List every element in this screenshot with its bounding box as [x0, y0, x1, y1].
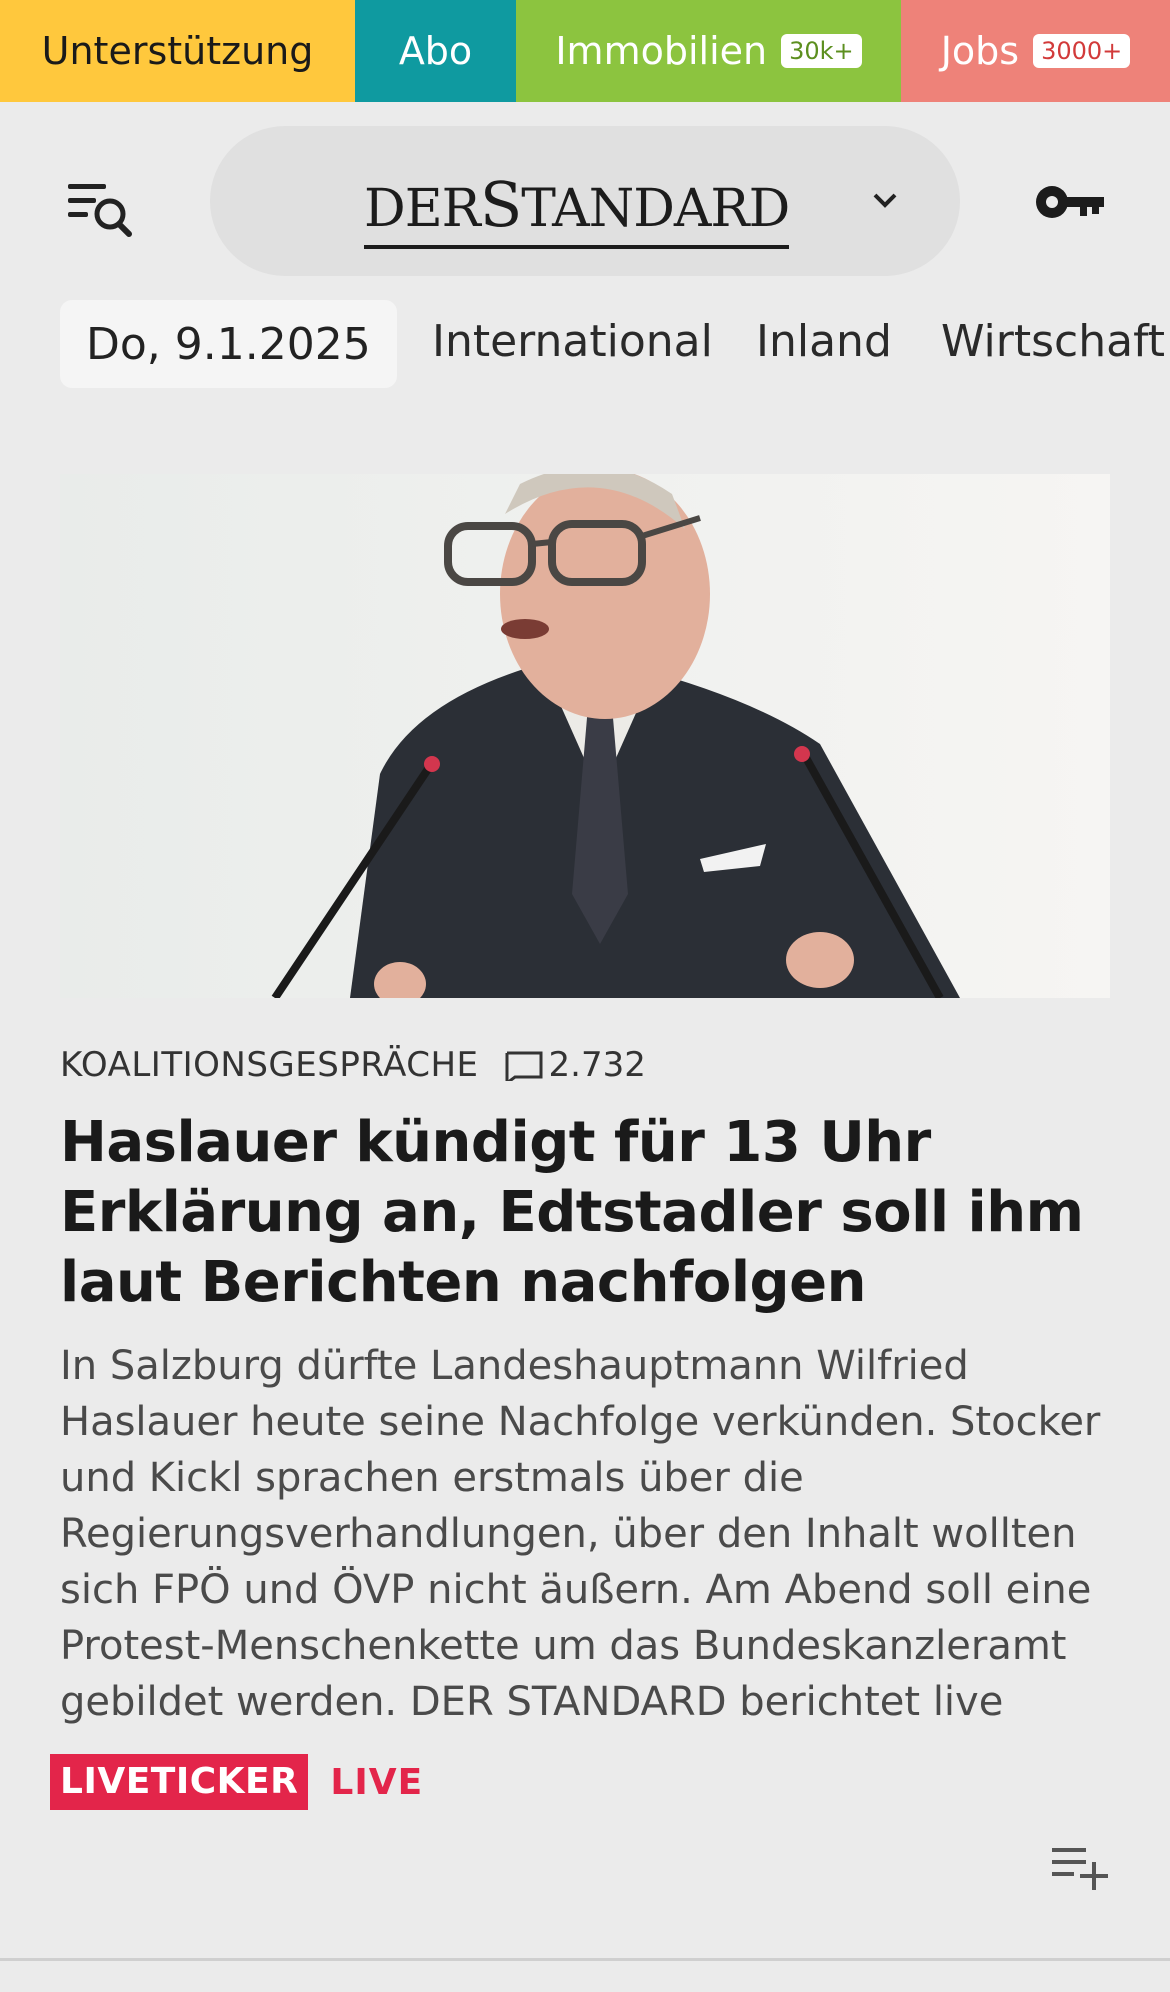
live-row: LIVETICKER LIVE — [50, 1754, 423, 1810]
nav-item-inland[interactable]: Inland — [756, 316, 892, 367]
site-logo: DERSTANDARD — [364, 168, 790, 249]
speaker-photo — [60, 474, 1110, 998]
kicker-row: KOALITIONSGESPRÄCHE 2.732 — [60, 1040, 646, 1090]
tile-badge: 3000+ — [1033, 34, 1131, 68]
tile-label: Unterstützung — [41, 29, 314, 73]
tile-jobs[interactable]: Jobs 3000+ — [901, 0, 1170, 102]
chevron-down-icon — [873, 193, 897, 208]
tile-label: Jobs — [940, 29, 1020, 73]
playlist-add-icon — [1052, 1848, 1108, 1890]
service-strip: Unterstützung Abo Immobilien 30k+ Jobs 3… — [0, 0, 1170, 102]
liveticker-badge: LIVETICKER — [50, 1754, 309, 1810]
tile-unterstuetzung[interactable]: Unterstützung — [0, 0, 355, 102]
comments-link[interactable]: 2.732 — [503, 1045, 646, 1085]
tile-immobilien[interactable]: Immobilien 30k+ — [516, 0, 901, 102]
comment-count: 2.732 — [548, 1045, 646, 1085]
nav-item-wirtschaft[interactable]: Wirtschaft — [941, 316, 1165, 367]
section-nav: Do, 9.1.2025 International Inland Wirtsc… — [0, 298, 1170, 390]
live-label: LIVE — [330, 1761, 424, 1803]
add-to-list-button[interactable] — [1050, 1844, 1112, 1892]
kicker: KOALITIONSGESPRÄCHE — [60, 1045, 479, 1085]
menu-search-button[interactable] — [66, 178, 142, 242]
menu-search-icon — [68, 184, 132, 237]
site-header: DERSTANDARD — [0, 102, 1170, 298]
article-headline[interactable]: Haslauer kündigt für 13 Uhr Erklärung an… — [60, 1108, 1120, 1318]
article-lead: In Salzburg dürfte Landeshauptmann Wilfr… — [60, 1343, 1101, 1725]
nav-item-international[interactable]: International — [432, 316, 713, 367]
tile-label: Abo — [398, 29, 473, 73]
teaser-image[interactable] — [60, 474, 1110, 998]
comment-icon — [505, 1051, 543, 1081]
date-chip: Do, 9.1.2025 — [60, 300, 397, 388]
login-button[interactable] — [1034, 180, 1106, 224]
key-icon — [1036, 186, 1104, 218]
tile-abo[interactable]: Abo — [355, 0, 516, 102]
divider — [0, 1958, 1170, 1961]
tile-badge: 30k+ — [781, 34, 862, 68]
logo-edition-switcher[interactable]: DERSTANDARD — [210, 126, 960, 276]
tile-label: Immobilien — [555, 29, 768, 73]
